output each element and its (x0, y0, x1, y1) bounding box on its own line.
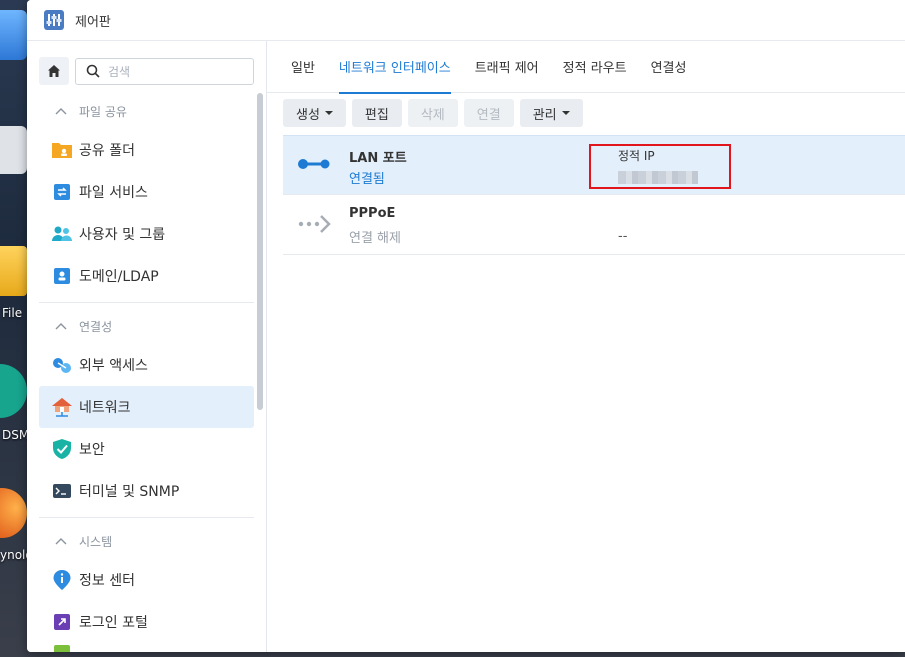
desktop-folder-icon[interactable] (0, 246, 27, 296)
interface-name: LAN 포트 (349, 151, 407, 166)
desktop-label-file: File (2, 306, 23, 320)
shared-folder-icon (52, 143, 72, 158)
home-button[interactable] (39, 57, 69, 85)
desktop-label-dsm: DSM (2, 428, 30, 442)
sidebar-item-external-access[interactable]: 외부 액세스 (39, 344, 254, 386)
desktop-dsm-icon[interactable] (0, 364, 27, 418)
section-header-connectivity[interactable]: 연결성 (27, 308, 266, 344)
sidebar-item-label: 공유 폴더 (79, 143, 135, 159)
interface-row-pppoe[interactable]: PPPoE 연결 해제 -- (283, 195, 905, 255)
edit-button[interactable]: 편집 (351, 99, 402, 127)
domain-ldap-icon (54, 268, 70, 284)
tab-network-interface[interactable]: 네트워크 인터페이스 (327, 41, 463, 94)
sidebar-item-network[interactable]: 네트워크 (39, 386, 254, 428)
sidebar-item-partial[interactable] (39, 643, 254, 652)
sidebar: 검색 파일 공유 공유 폴더 파일 서비스 사용자 및 그룹 도메인/LDAP … (27, 41, 267, 652)
window-title: 제어판 (75, 14, 111, 30)
search-icon (86, 64, 100, 78)
sidebar-divider (39, 302, 254, 303)
external-access-icon (53, 358, 71, 373)
file-services-icon (54, 184, 70, 200)
sidebar-item-login-portal[interactable]: 로그인 포털 (39, 601, 254, 643)
sidebar-item-security[interactable]: 보안 (39, 428, 254, 470)
title-bar: 제어판 (27, 0, 905, 41)
home-icon (48, 65, 60, 77)
sidebar-item-label: 로그인 포털 (79, 615, 148, 631)
sidebar-item-users-groups[interactable]: 사용자 및 그룹 (39, 213, 254, 255)
search-placeholder: 검색 (108, 64, 131, 79)
tab-general[interactable]: 일반 (279, 41, 327, 93)
desktop-icon-1[interactable] (0, 10, 27, 60)
sidebar-item-label: 네트워크 (79, 400, 131, 416)
section-header-system[interactable]: 시스템 (27, 523, 266, 559)
users-group-icon (52, 226, 72, 241)
dropdown-caret-icon (324, 111, 333, 115)
sidebar-item-label: 사용자 및 그룹 (79, 227, 166, 243)
toolbar: 생성 편집 삭제 연결 관리 (267, 93, 905, 133)
sidebar-item-info-center[interactable]: 정보 센터 (39, 559, 254, 601)
manage-button[interactable]: 관리 (519, 99, 583, 127)
sidebar-item-label: 정보 센터 (79, 573, 135, 589)
terminal-icon (53, 484, 71, 498)
info-center-icon (53, 570, 71, 590)
theme-icon (54, 645, 70, 652)
desktop-synology-icon[interactable] (0, 488, 27, 538)
tab-static-route[interactable]: 정적 라우트 (551, 41, 639, 93)
lan-port-icon (298, 159, 330, 169)
sidebar-item-label: 터미널 및 SNMP (79, 484, 180, 500)
create-button-label: 생성 (296, 107, 320, 123)
security-shield-icon (53, 439, 71, 459)
tab-traffic-control[interactable]: 트래픽 제어 (463, 41, 551, 93)
sidebar-item-label: 파일 서비스 (79, 185, 148, 201)
sidebar-item-label: 도메인/LDAP (79, 269, 159, 285)
sidebar-scrollbar[interactable] (257, 93, 263, 410)
chevron-up-icon (55, 108, 67, 115)
interface-name: PPPoE (349, 206, 396, 221)
desktop-icon-2[interactable] (0, 126, 27, 174)
sidebar-item-domain-ldap[interactable]: 도메인/LDAP (39, 255, 254, 297)
control-panel-window: 제어판 검색 파일 공유 공유 폴더 파일 서비스 사용자 및 그룹 도메인/L… (27, 0, 905, 652)
manage-button-label: 관리 (532, 107, 557, 123)
create-button[interactable]: 생성 (283, 99, 346, 127)
connect-button[interactable]: 연결 (463, 99, 514, 127)
section-header-label: 연결성 (79, 319, 113, 334)
search-input[interactable]: 검색 (75, 57, 254, 85)
main-panel: 일반 네트워크 인터페이스 트래픽 제어 정적 라우트 연결성 생성 편집 삭제… (267, 41, 905, 652)
tab-connectivity[interactable]: 연결성 (639, 41, 699, 93)
section-header-file-sharing[interactable]: 파일 공유 (27, 93, 266, 129)
chevron-up-icon (55, 323, 67, 330)
pppoe-icon (298, 215, 331, 233)
control-panel-icon (44, 10, 64, 30)
dropdown-caret-icon (561, 111, 570, 115)
sidebar-item-file-services[interactable]: 파일 서비스 (39, 171, 254, 213)
login-portal-icon (54, 614, 70, 630)
highlight-box (589, 144, 731, 189)
sidebar-divider (39, 517, 254, 518)
chevron-up-icon (55, 538, 67, 545)
delete-button[interactable]: 삭제 (407, 99, 458, 127)
sidebar-item-label: 외부 액세스 (79, 358, 148, 374)
sidebar-item-shared-folder[interactable]: 공유 폴더 (39, 129, 254, 171)
tab-bar: 일반 네트워크 인터페이스 트래픽 제어 정적 라우트 연결성 (267, 41, 905, 94)
interface-status: 연결 해제 (349, 231, 401, 246)
sidebar-item-terminal-snmp[interactable]: 터미널 및 SNMP (39, 470, 254, 512)
sidebar-item-label: 보안 (79, 442, 105, 458)
network-icon (52, 398, 72, 417)
section-header-label: 시스템 (79, 534, 113, 549)
interface-status: 연결됨 (349, 172, 385, 187)
section-header-label: 파일 공유 (79, 104, 127, 119)
ip-address: -- (618, 229, 628, 244)
